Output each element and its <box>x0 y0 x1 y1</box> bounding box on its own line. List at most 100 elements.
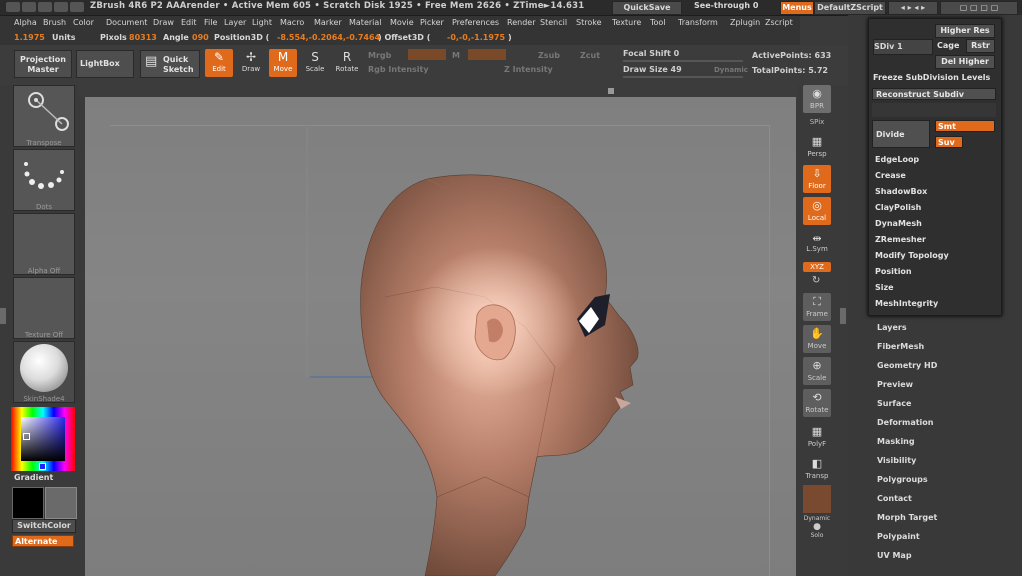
menu-marker[interactable]: Marker <box>314 18 342 27</box>
zadd-button[interactable] <box>468 49 506 60</box>
canvas-scroll-thumb[interactable] <box>608 88 614 94</box>
menu-layer[interactable]: Layer <box>224 18 246 27</box>
alpha-thumbnail[interactable]: Alpha Off <box>13 213 75 275</box>
modify-topology-item[interactable]: Modify Topology <box>875 251 949 260</box>
zsub-button[interactable]: Zsub <box>538 51 560 60</box>
head-model[interactable] <box>85 97 796 576</box>
menu-texture[interactable]: Texture <box>612 18 641 27</box>
palette-preview[interactable]: Preview <box>877 380 913 389</box>
window-controls[interactable]: ▢ ▢ ▢ ▢ <box>940 1 1018 15</box>
palette-layers[interactable]: Layers <box>877 323 907 332</box>
polyf-button[interactable]: ▦ PolyF <box>803 423 831 451</box>
menu-document[interactable]: Document <box>106 18 147 27</box>
material-thumbnail[interactable]: SkinShade4 <box>13 341 75 403</box>
window-button[interactable] <box>22 2 36 12</box>
menu-brush[interactable]: Brush <box>43 18 66 27</box>
projection-master-button[interactable]: Projection Master <box>14 50 72 78</box>
bpr-button[interactable]: ◉ BPR <box>803 85 831 113</box>
transp-button[interactable]: ◧ Transp <box>803 455 831 483</box>
lsym-button[interactable]: ⇹ L.Sym <box>803 233 831 255</box>
local-button[interactable]: ◎ Local <box>803 197 831 225</box>
z-intensity-slider[interactable]: Z Intensity <box>504 65 553 74</box>
shadowbox-item[interactable]: ShadowBox <box>875 187 927 196</box>
divide-button[interactable]: Divide <box>872 120 930 148</box>
menu-transform[interactable]: Transform <box>678 18 718 27</box>
suv-toggle[interactable]: Suv <box>935 136 963 148</box>
window-button[interactable] <box>70 2 84 12</box>
gradient-label[interactable]: Gradient <box>14 473 53 482</box>
menu-preferences[interactable]: Preferences <box>452 18 499 27</box>
lightbox-button[interactable]: LightBox <box>76 50 134 78</box>
draw-size-slider[interactable]: Draw Size 49 <box>623 65 682 74</box>
menu-stencil[interactable]: Stencil <box>540 18 567 27</box>
rgb-intensity-slider[interactable]: Rgb Intensity <box>368 65 429 74</box>
quicksave-button[interactable]: QuickSave <box>612 1 682 15</box>
ghost-button[interactable] <box>803 485 831 513</box>
del-higher-button[interactable]: Del Higher <box>935 55 995 69</box>
rotate-axis-icon[interactable]: ↻ <box>812 275 820 286</box>
draw-button[interactable]: ✢ Draw <box>237 49 265 77</box>
scale-view-button[interactable]: ⊕ Scale <box>803 357 831 385</box>
color-picker[interactable] <box>11 407 75 471</box>
palette-polypaint[interactable]: Polypaint <box>877 532 920 541</box>
menu-macro[interactable]: Macro <box>280 18 304 27</box>
palette-masking[interactable]: Masking <box>877 437 915 446</box>
menu-picker[interactable]: Picker <box>420 18 444 27</box>
rgb-button[interactable] <box>408 49 446 60</box>
texture-thumbnail[interactable]: Texture Off <box>13 277 75 339</box>
move-view-button[interactable]: ✋ Move <box>803 325 831 353</box>
size-item[interactable]: Size <box>875 283 894 292</box>
palette-visibility[interactable]: Visibility <box>877 456 916 465</box>
meshintegrity-item[interactable]: MeshIntegrity <box>875 299 938 308</box>
reconstruct-subdiv-button[interactable]: Reconstruct Subdiv <box>872 88 996 100</box>
palette-deformation[interactable]: Deformation <box>877 418 933 427</box>
menu-alpha[interactable]: Alpha <box>14 18 37 27</box>
zcut-button[interactable]: Zcut <box>580 51 600 60</box>
crease-item[interactable]: Crease <box>875 171 906 180</box>
scale-button[interactable]: S Scale <box>301 49 329 77</box>
palette-fibermesh[interactable]: FiberMesh <box>877 342 924 351</box>
smt-toggle[interactable]: Smt <box>935 120 995 132</box>
focal-shift-slider[interactable]: Focal Shift 0 <box>623 49 679 58</box>
alternate-button[interactable]: Alternate <box>12 535 74 547</box>
menu-draw[interactable]: Draw <box>153 18 174 27</box>
move-button[interactable]: M Move <box>269 49 297 77</box>
claypolish-item[interactable]: ClayPolish <box>875 203 921 212</box>
palette-contact[interactable]: Contact <box>877 494 912 503</box>
xyz-button[interactable]: XYZ <box>803 262 831 272</box>
sdiv-slider[interactable]: SDiv 1 <box>873 39 933 55</box>
see-through-label[interactable]: See-through 0 <box>694 1 758 10</box>
default-zscript-button[interactable]: DefaultZScript <box>814 1 886 15</box>
palette-surface[interactable]: Surface <box>877 399 911 408</box>
persp-button[interactable]: ▦ Persp <box>803 133 831 161</box>
draw-size-track[interactable] <box>623 76 743 78</box>
menu-zscript[interactable]: Zscript <box>765 18 793 27</box>
stroke-thumbnail[interactable]: Dots <box>13 149 75 211</box>
floor-button[interactable]: ⇩ Floor <box>803 165 831 193</box>
right-tray-toggle[interactable] <box>840 308 846 324</box>
viewport-canvas[interactable] <box>85 97 796 576</box>
rotate-view-button[interactable]: ⟲ Rotate <box>803 389 831 417</box>
solo-button[interactable]: Dynamic ● Solo <box>803 515 831 543</box>
rstr-button[interactable]: Rstr <box>966 39 995 53</box>
position-item[interactable]: Position <box>875 267 912 276</box>
focal-shift-track[interactable] <box>623 60 743 62</box>
window-button[interactable] <box>54 2 68 12</box>
menu-render[interactable]: Render <box>507 18 535 27</box>
menu-file[interactable]: File <box>204 18 217 27</box>
spix-slider[interactable]: SPix <box>803 118 831 126</box>
palette-polygroups[interactable]: Polygroups <box>877 475 928 484</box>
window-button[interactable] <box>38 2 52 12</box>
dynamesh-item[interactable]: DynaMesh <box>875 219 922 228</box>
menu-light[interactable]: Light <box>252 18 272 27</box>
secondary-color-swatch[interactable] <box>45 487 77 519</box>
higher-res-button[interactable]: Higher Res <box>935 24 995 38</box>
menu-edit[interactable]: Edit <box>181 18 197 27</box>
palette-uv-map[interactable]: UV Map <box>877 551 912 560</box>
zremesher-item[interactable]: ZRemesher <box>875 235 926 244</box>
menu-material[interactable]: Material <box>349 18 382 27</box>
menu-movie[interactable]: Movie <box>390 18 414 27</box>
frame-button[interactable]: ⛶ Frame <box>803 293 831 321</box>
switchcolor-button[interactable]: SwitchColor <box>12 519 76 533</box>
menu-stroke[interactable]: Stroke <box>576 18 602 27</box>
